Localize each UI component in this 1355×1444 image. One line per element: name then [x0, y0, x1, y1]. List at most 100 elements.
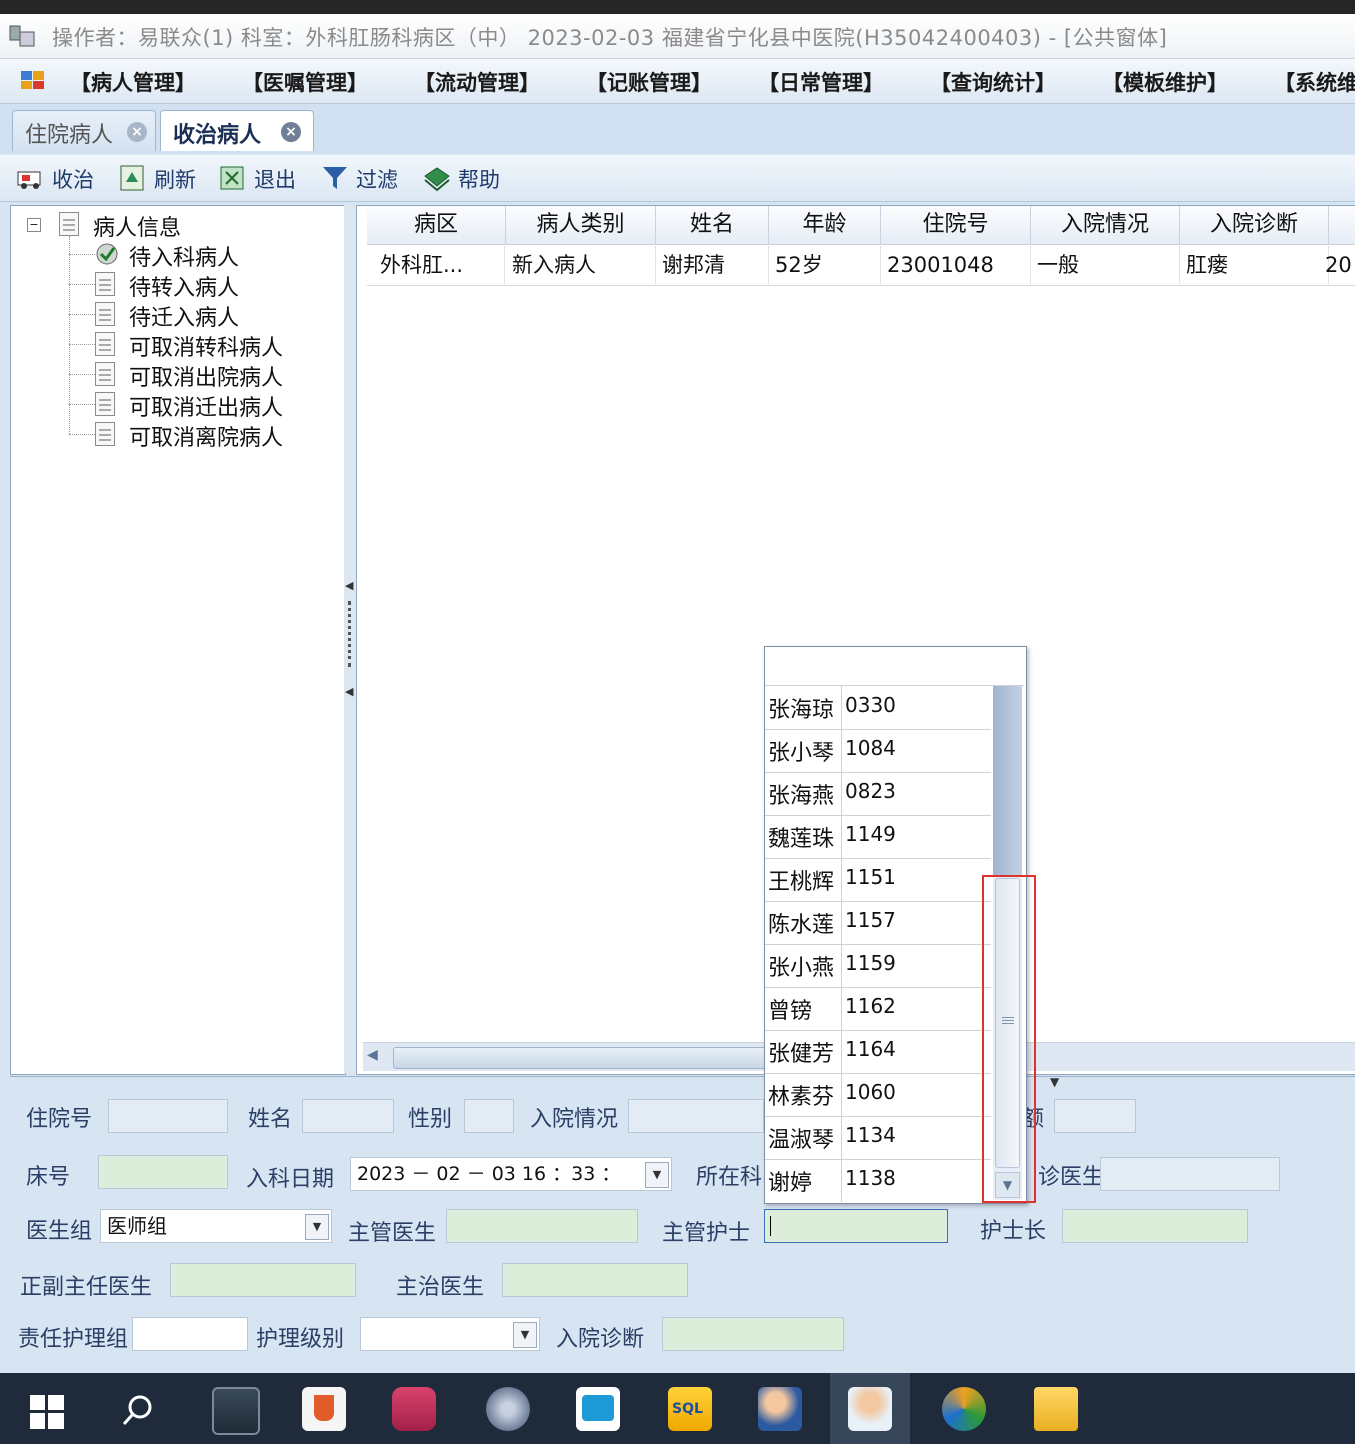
- head-nurse-label: 护士长: [980, 1219, 1047, 1244]
- admit-date-picker[interactable]: 2023 － 02 － 03 16 ：33 ： ▼: [350, 1157, 672, 1191]
- message-app-icon[interactable]: [576, 1387, 620, 1431]
- list-item[interactable]: 王桃辉 1151: [765, 858, 991, 902]
- tab-admit-patients[interactable]: 收治病人 ×: [160, 110, 314, 151]
- chevron-down-icon[interactable]: ▼: [645, 1162, 669, 1188]
- nursing-level-select[interactable]: ▼: [360, 1317, 540, 1351]
- help-button[interactable]: 帮助: [422, 162, 512, 194]
- collapse-toggle[interactable]: −: [27, 218, 41, 232]
- col-header-extra[interactable]: [1329, 206, 1355, 245]
- menu-patient-management[interactable]: 【病人管理】: [70, 67, 196, 97]
- inpatient-no-field[interactable]: [108, 1099, 228, 1133]
- list-item[interactable]: 张海琼 0330: [765, 686, 991, 730]
- admit-button[interactable]: 收治: [16, 162, 106, 194]
- tree-root[interactable]: 病人信息: [93, 210, 181, 242]
- name-label: 姓名: [248, 1107, 293, 1132]
- admit-status-label: 入院情况: [530, 1107, 619, 1132]
- tree-item-cancel-discharge[interactable]: 可取消出院病人: [129, 360, 283, 392]
- sql-app-icon[interactable]: SQL: [668, 1387, 712, 1431]
- exit-button[interactable]: 退出: [218, 162, 308, 194]
- gender-field[interactable]: [464, 1099, 514, 1133]
- list-item[interactable]: 曾镑 1162: [765, 987, 991, 1031]
- menu-query-statistics[interactable]: 【查询统计】: [930, 67, 1056, 97]
- database-app-icon[interactable]: [392, 1387, 436, 1431]
- menu-daily-management[interactable]: 【日常管理】: [758, 67, 884, 97]
- doctor-group-select[interactable]: 医师组 ▼: [100, 1209, 332, 1243]
- tree-item-cancel-transfer[interactable]: 可取消转科病人: [129, 330, 283, 362]
- list-item[interactable]: 张小琴 1084: [765, 729, 991, 773]
- list-item[interactable]: 魏莲珠 1149: [765, 815, 991, 859]
- treating-doctor-label: 主治医生: [396, 1275, 485, 1300]
- filter-button[interactable]: 过滤: [320, 162, 410, 194]
- refresh-button[interactable]: 刷新: [118, 162, 208, 194]
- scroll-track-upper[interactable]: [993, 686, 1022, 876]
- menu-billing-management[interactable]: 【记账管理】: [586, 67, 712, 97]
- col-header-patient-type[interactable]: 病人类别: [506, 206, 656, 245]
- collapse-arrow-icon[interactable]: ▼: [1050, 1075, 1059, 1089]
- close-icon[interactable]: ×: [127, 122, 147, 142]
- root-node-icon: [59, 212, 79, 236]
- cell-age: 52岁: [769, 246, 881, 284]
- scroll-left-icon[interactable]: ◀: [367, 1047, 378, 1063]
- menu-order-management[interactable]: 【医嘱管理】: [242, 67, 368, 97]
- list-item[interactable]: 温淑琴 1134: [765, 1116, 991, 1160]
- treating-doctor-field[interactable]: [502, 1263, 688, 1297]
- list-item[interactable]: 陈水莲 1157: [765, 901, 991, 945]
- doctor-group-value: 医师组: [107, 1214, 167, 1238]
- cell-extra: 20: [1325, 253, 1352, 277]
- compass-app-icon[interactable]: [486, 1387, 530, 1431]
- cell-ward: 外科肛...: [374, 246, 505, 284]
- close-icon[interactable]: ×: [281, 122, 301, 142]
- head-nurse-field[interactable]: [1062, 1209, 1248, 1243]
- menu-system[interactable]: 【系统维: [1274, 67, 1355, 97]
- bed-field[interactable]: [98, 1155, 228, 1189]
- col-header-admit-status[interactable]: 入院情况: [1031, 206, 1180, 245]
- doctor-app-icon[interactable]: [758, 1387, 802, 1431]
- list-item[interactable]: 张小燕 1159: [765, 944, 991, 988]
- bed-label: 床号: [26, 1165, 71, 1190]
- list-item[interactable]: 谢婷 1138: [765, 1159, 991, 1202]
- admit-status-field[interactable]: [628, 1099, 764, 1133]
- menu-template-maintenance[interactable]: 【模板维护】: [1102, 67, 1228, 97]
- chief-doctor-field[interactable]: [170, 1263, 356, 1297]
- tree-item-pending-transfer-in[interactable]: 待转入病人: [129, 270, 239, 302]
- globe-app-icon[interactable]: [942, 1387, 986, 1431]
- tab-label: 住院病人: [25, 123, 114, 148]
- attending-doctor-field[interactable]: [446, 1209, 638, 1243]
- name-field[interactable]: [302, 1099, 394, 1133]
- panel-splitter[interactable]: ◀ ◀: [344, 205, 356, 1073]
- col-header-name[interactable]: 姓名: [656, 206, 769, 245]
- monitor-app-icon[interactable]: [212, 1387, 260, 1435]
- col-header-inpatient-no[interactable]: 住院号: [881, 206, 1031, 245]
- java-app-icon[interactable]: [302, 1387, 346, 1431]
- amount-field[interactable]: [1054, 1099, 1136, 1133]
- menu-flow-management[interactable]: 【流动管理】: [414, 67, 540, 97]
- col-header-age[interactable]: 年龄: [769, 206, 881, 245]
- list-item[interactable]: 张健芳 1164: [765, 1030, 991, 1074]
- tree-item-cancel-move-out[interactable]: 可取消迁出病人: [129, 390, 283, 422]
- menu-logo-icon[interactable]: [20, 67, 46, 91]
- admit-label: 收治: [52, 168, 94, 192]
- tree-item-pending-move-in[interactable]: 待迁入病人: [129, 300, 239, 332]
- folder-icon[interactable]: [1034, 1387, 1078, 1431]
- nurse-app-icon[interactable]: [848, 1387, 892, 1431]
- outpatient-doctor-field[interactable]: [1100, 1157, 1280, 1191]
- patient-form: ▼ 住院号 姓名 性别 入院情况 额 床号 入科日期 2023 － 02 － 0…: [10, 1075, 1355, 1367]
- tree-item-cancel-leave[interactable]: 可取消离院病人: [129, 420, 283, 452]
- col-header-admit-diagnosis[interactable]: 入院诊断: [1180, 206, 1329, 245]
- list-item[interactable]: 林素芬 1060: [765, 1073, 991, 1117]
- nursing-group-field[interactable]: [132, 1317, 248, 1351]
- tree-item-pending-admit[interactable]: 待入科病人: [129, 240, 239, 272]
- cell-patient-type: 新入病人: [506, 246, 656, 284]
- gender-label: 性别: [408, 1107, 453, 1132]
- tab-inpatients[interactable]: 住院病人 ×: [12, 110, 156, 151]
- windows-start-icon[interactable]: [30, 1395, 64, 1429]
- col-header-ward[interactable]: 病区: [367, 206, 506, 245]
- chevron-down-icon[interactable]: ▼: [305, 1214, 329, 1240]
- admit-diagnosis-field[interactable]: [662, 1317, 844, 1351]
- title-bar: 操作者：易联众(1) 科室：外科肛肠科病区（中） 2023-02-03 福建省宁…: [0, 14, 1355, 59]
- chevron-down-icon[interactable]: ▼: [513, 1322, 537, 1348]
- charge-nurse-field[interactable]: [764, 1209, 948, 1243]
- list-item[interactable]: 张海燕 0823: [765, 772, 991, 816]
- inpatient-no-label: 住院号: [26, 1107, 93, 1132]
- search-icon[interactable]: [120, 1393, 156, 1429]
